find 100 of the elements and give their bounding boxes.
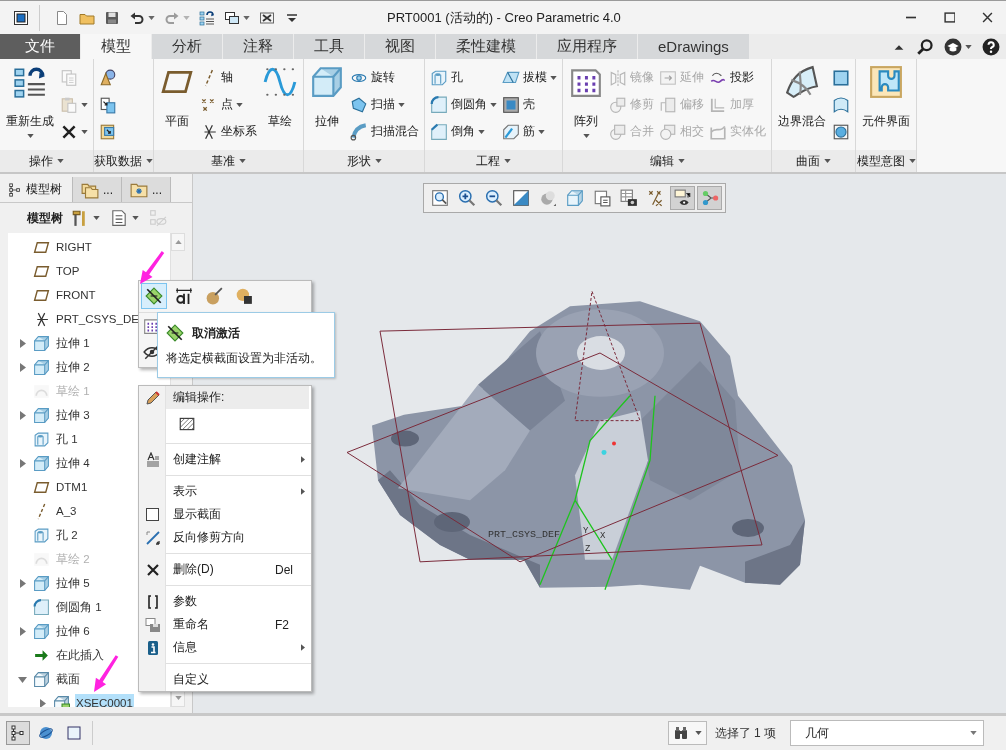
filter-dropdown[interactable]: 几何 [790,720,984,746]
ribbon-tab[interactable]: 视图 [365,34,435,59]
group-label-button[interactable]: 曲面 [772,150,855,172]
tree-item[interactable]: 拉伸 6 [55,620,91,642]
ribbon-tab[interactable]: 分析 [152,34,222,59]
tree-item[interactable]: 截面 [55,668,81,690]
scroll-up-button[interactable] [171,233,185,251]
tree-item[interactable]: 拉伸 1 [55,332,91,354]
ribbon-button[interactable]: 倒圆角 [429,92,498,117]
sine-wave-icon [263,65,297,99]
toolbar-button[interactable] [980,37,1002,56]
ribbon-button[interactable]: 旋转 [349,65,420,90]
extrude-cube-icon [33,334,50,352]
menu-item[interactable]: 反向修剪方向 [166,526,311,549]
tree-item[interactable]: 拉伸 5 [55,572,91,594]
ribbon-button[interactable]: 扫描 [349,92,420,117]
ribbon-button[interactable]: 阵列 [567,59,605,150]
caret-icon [582,134,590,138]
toolbar-button[interactable] [6,721,30,745]
checkbox[interactable] [146,508,159,521]
menu-item[interactable]: 删除(D) Del [166,558,311,581]
ribbon-button[interactable]: 倒角 [429,119,498,144]
ribbon-button[interactable]: 点 [199,92,258,117]
menu-item[interactable]: 创建注解 [166,448,311,471]
ribbon-tab[interactable]: 应用程序 [537,34,637,59]
panel-tab[interactable]: ... [122,177,172,202]
tree-item[interactable]: 倒圆角 1 [55,596,103,618]
ribbon-tab[interactable]: 工具 [294,34,364,59]
expand-arrow-icon[interactable] [17,626,27,636]
group-label-button[interactable]: 获取数据 [94,150,153,172]
delete-icon [144,561,161,578]
ribbon-button[interactable]: 拉伸 [308,59,346,150]
ribbon-tab[interactable]: eDrawings [638,34,749,59]
menu-header[interactable]: 编辑操作: [166,386,309,409]
model-tree-icon [10,725,26,741]
tree-item[interactable]: DTM1 [55,478,89,496]
tree-item[interactable]: 在此插入 [55,644,105,666]
caret-icon [970,731,977,735]
toolbar-button[interactable] [670,186,695,210]
menu-item[interactable]: 显示截面 [166,503,311,526]
toolbar-button[interactable] [942,37,974,56]
ribbon-button[interactable]: 投影 [708,65,767,90]
ribbon-tab[interactable]: 模型 [81,34,151,59]
ribbon-tab[interactable]: 注释 [223,34,293,59]
group-label-button[interactable]: 形状 [304,150,424,172]
menu-item[interactable]: 表示 [166,480,311,503]
ribbon-button[interactable]: 壳 [501,92,558,117]
ribbon-button[interactable]: 筋 [501,119,558,144]
extrude-cube-icon [33,358,50,376]
sphere-cube-icon [832,122,850,141]
find-button[interactable] [667,721,707,745]
ribbon-tab[interactable]: 柔性建模 [436,34,536,59]
tree-item[interactable]: 孔 2 [55,524,79,546]
menu-item[interactable]: 重命名 F2 [166,613,311,636]
repaint-icon [511,189,530,207]
sketch-arc-icon [33,550,50,568]
ribbon-button[interactable]: 坐标系 [199,119,258,144]
menu-item[interactable]: 信息 [166,636,311,659]
ribbon-button[interactable]: 扫描混合 [349,119,420,144]
ribbon-button[interactable]: 重新生成 [4,59,56,150]
ribbon-button[interactable]: 拔模 [501,65,558,90]
group-label-button[interactable]: 编辑 [563,150,771,172]
expand-arrow-icon[interactable] [17,578,27,588]
ribbon-button[interactable]: 孔 [429,65,498,90]
ribbon-button[interactable]: 平面 [158,59,196,150]
tree-item[interactable]: A_3 [55,502,78,520]
tree-item[interactable]: 拉伸 4 [55,452,91,474]
ribbon-button[interactable]: 草绘 [261,59,299,150]
annotation-display-icon [673,189,692,207]
expand-arrow-icon[interactable] [17,410,27,420]
ribbon-button[interactable]: 边界混合 [776,59,828,150]
group-label-button[interactable]: 基准 [154,150,303,172]
expand-arrow-icon[interactable] [17,458,27,468]
caret-icon [243,15,250,20]
group-label-button[interactable]: 工程 [425,150,562,172]
expand-arrow-icon[interactable] [17,362,27,372]
tree-item[interactable]: FRONT [55,286,97,304]
menu-item[interactable]: 自定义 [166,668,311,691]
collapse-arrow-icon[interactable] [17,674,27,684]
extrude-cube-icon [33,622,50,640]
panel-tab[interactable]: ... [73,177,122,202]
tree-item[interactable]: RIGHT [55,238,93,256]
tree-item[interactable]: PRT_CSYS_DE [55,310,140,328]
toolbar-button[interactable] [141,283,167,309]
ribbon-button[interactable]: 轴 [199,65,258,90]
tree-item[interactable]: TOP [55,262,81,280]
caret-icon [81,102,88,107]
submenu-arrow-icon [301,456,305,463]
tree-item[interactable]: XSEC0001 [75,694,134,707]
expand-arrow-icon[interactable] [17,338,27,348]
tree-item[interactable]: 拉伸 2 [55,356,91,378]
file-menu-tab[interactable]: 文件 [0,34,80,59]
group-label-button[interactable]: 模型意图 [856,150,916,172]
group-label-button[interactable]: 操作 [0,150,93,172]
expand-arrow-icon[interactable] [37,698,47,707]
tree-item[interactable]: 孔 1 [55,428,79,450]
caret-icon [132,216,139,220]
tree-item[interactable]: 拉伸 3 [55,404,91,426]
ribbon-button[interactable]: 元件界面 [860,59,912,150]
menu-item[interactable]: 参数 [166,590,311,613]
